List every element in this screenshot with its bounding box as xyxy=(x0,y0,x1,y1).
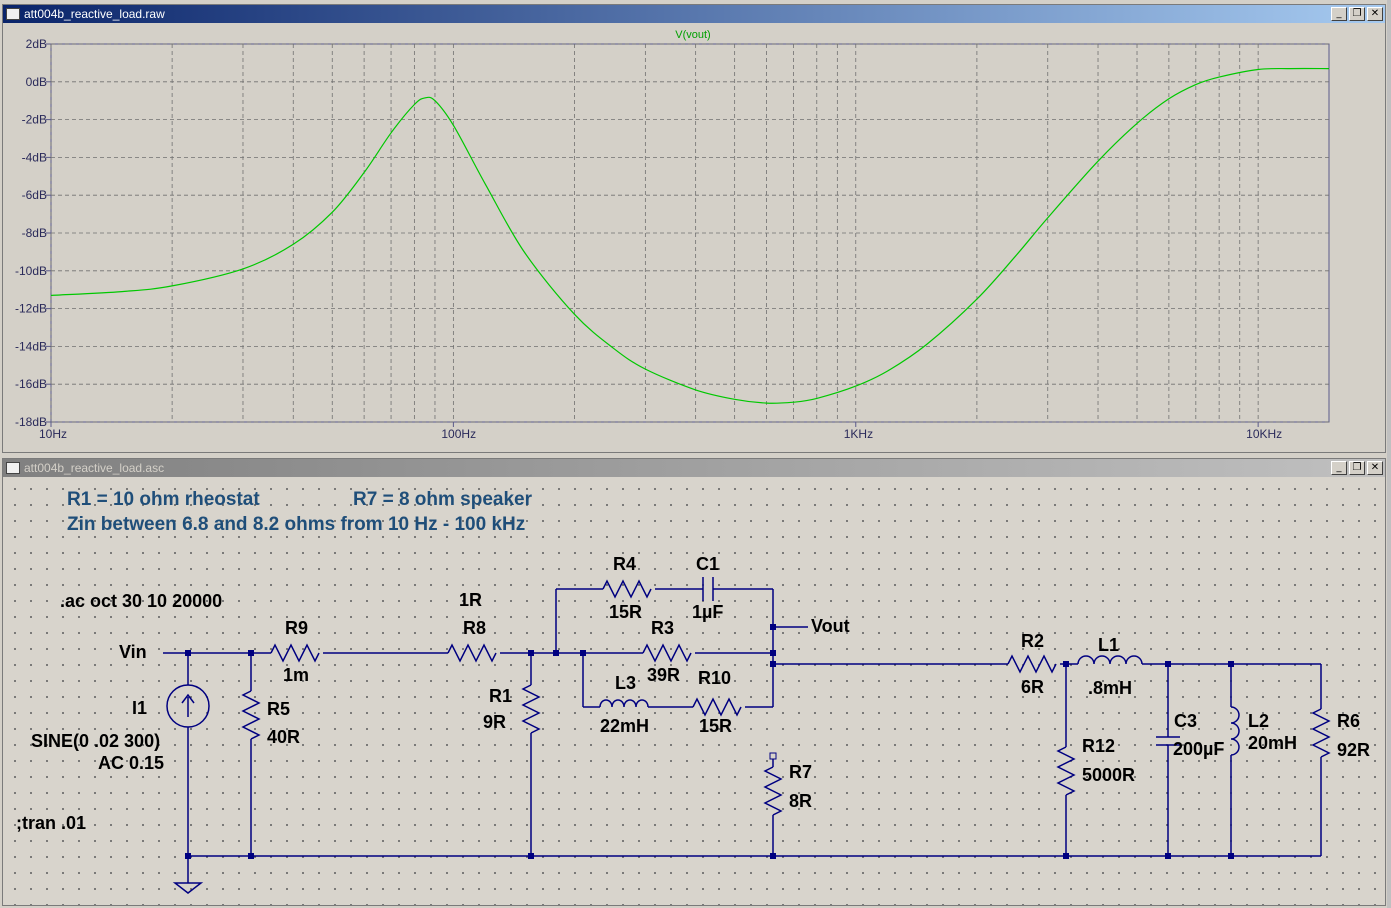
l1-value[interactable]: .8mH xyxy=(1088,678,1132,699)
y-tick-label: 0dB xyxy=(26,75,47,89)
x-tick-label: 10KHz xyxy=(1246,427,1282,441)
y-tick-label: -4dB xyxy=(22,150,47,164)
i1-value[interactable]: SINE(0 .02 300) xyxy=(31,731,160,752)
r6-value[interactable]: 92R xyxy=(1337,740,1370,761)
r6-name[interactable]: R6 xyxy=(1337,711,1360,732)
c1-value[interactable]: 1µF xyxy=(692,602,723,623)
r5-name[interactable]: R5 xyxy=(267,699,290,720)
r4-name[interactable]: R4 xyxy=(613,554,636,575)
r4-value[interactable]: 15R xyxy=(609,602,642,623)
l3-name[interactable]: L3 xyxy=(615,673,636,694)
r9-value[interactable]: 1m xyxy=(283,665,309,686)
restore-button[interactable]: ❐ xyxy=(1349,7,1365,21)
r8-value[interactable]: 1R xyxy=(459,590,482,611)
junctions xyxy=(185,624,1234,859)
r2-value[interactable]: 6R xyxy=(1021,677,1044,698)
close-button[interactable]: ✕ xyxy=(1367,461,1383,475)
desktop-edge xyxy=(1387,0,1391,908)
y-tick-label: -10dB xyxy=(15,264,47,278)
plot-window-title: att004b_reactive_load.raw xyxy=(24,7,165,21)
y-tick-label: -2dB xyxy=(22,113,47,127)
r2-name[interactable]: R2 xyxy=(1021,631,1044,652)
close-button[interactable]: ✕ xyxy=(1367,7,1383,21)
r10-value[interactable]: 15R xyxy=(699,716,732,737)
comment-r7[interactable]: R7 = 8 ohm speaker xyxy=(353,489,532,511)
y-tick-label: -14dB xyxy=(15,339,47,353)
x-tick-label: 100Hz xyxy=(441,427,476,441)
plot-window-titlebar[interactable]: att004b_reactive_load.raw _ ❐ ✕ xyxy=(3,5,1385,23)
minimize-button[interactable]: _ xyxy=(1331,461,1347,475)
waveform-app-icon xyxy=(6,8,20,20)
r9-name[interactable]: R9 xyxy=(285,618,308,639)
r5-value[interactable]: 40R xyxy=(267,727,300,748)
ac-directive[interactable]: .ac oct 30 10 20000 xyxy=(60,591,222,612)
c1-name[interactable]: C1 xyxy=(696,554,719,575)
net-vout[interactable]: Vout xyxy=(811,616,850,637)
net-vin[interactable]: Vin xyxy=(119,642,147,663)
comment-r1[interactable]: R1 = 10 ohm rheostat xyxy=(67,489,260,511)
bode-plot[interactable]: 2dB 0dB -2dB -4dB -6dB -8dB -10dB -12dB -14dB -16… xyxy=(3,23,1385,452)
l3-value[interactable]: 22mH xyxy=(600,716,649,737)
tran-directive[interactable]: ;tran .01 xyxy=(16,813,86,834)
r8-name[interactable]: R8 xyxy=(463,618,486,639)
y-tick-label: -6dB xyxy=(22,188,47,202)
r7-name[interactable]: R7 xyxy=(789,762,812,783)
r12-name[interactable]: R12 xyxy=(1082,736,1115,757)
r12-value[interactable]: 5000R xyxy=(1082,765,1135,786)
y-tick-label: -8dB xyxy=(22,226,47,240)
plot-window: att004b_reactive_load.raw _ ❐ ✕ 2dB 0dB -2… xyxy=(2,4,1386,453)
r10-name[interactable]: R10 xyxy=(698,668,731,689)
r7-value[interactable]: 8R xyxy=(789,791,812,812)
y-tick-label: 2dB xyxy=(26,37,47,51)
schematic-window: att004b_reactive_load.asc _ ❐ ✕ R1 = 10 … xyxy=(2,458,1386,906)
y-tick-label: -12dB xyxy=(15,302,47,316)
schematic-canvas[interactable]: R1 = 10 ohm rheostat R7 = 8 ohm speaker … xyxy=(3,477,1385,905)
r1-name[interactable]: R1 xyxy=(489,686,512,707)
schematic-window-titlebar[interactable]: att004b_reactive_load.asc _ ❐ ✕ xyxy=(3,459,1385,477)
trace-label-vout[interactable]: V(vout) xyxy=(675,29,710,41)
restore-button[interactable]: ❐ xyxy=(1349,461,1365,475)
c3-name[interactable]: C3 xyxy=(1174,711,1197,732)
l2-name[interactable]: L2 xyxy=(1248,711,1269,732)
schematic-wires xyxy=(163,577,1331,894)
minimize-button[interactable]: _ xyxy=(1331,7,1347,21)
comment-zin[interactable]: Zin between 6.8 and 8.2 ohms from 10 Hz … xyxy=(67,514,525,536)
l1-name[interactable]: L1 xyxy=(1098,635,1119,656)
c3-value[interactable]: 200µF xyxy=(1173,739,1224,760)
l2-value[interactable]: 20mH xyxy=(1248,733,1297,754)
x-tick-label: 10Hz xyxy=(39,427,67,441)
i1-name[interactable]: I1 xyxy=(132,698,147,719)
y-tick-label: -16dB xyxy=(15,377,47,391)
r3-value[interactable]: 39R xyxy=(647,665,680,686)
i1-ac-value[interactable]: AC 0.15 xyxy=(98,753,164,774)
r3-name[interactable]: R3 xyxy=(651,618,674,639)
x-tick-label: 1KHz xyxy=(844,427,873,441)
plot-pane[interactable]: 2dB 0dB -2dB -4dB -6dB -8dB -10dB -12dB -14dB -16… xyxy=(3,23,1385,452)
schematic-window-title: att004b_reactive_load.asc xyxy=(24,461,165,475)
r1-value[interactable]: 9R xyxy=(483,712,506,733)
schematic-app-icon xyxy=(6,462,20,474)
